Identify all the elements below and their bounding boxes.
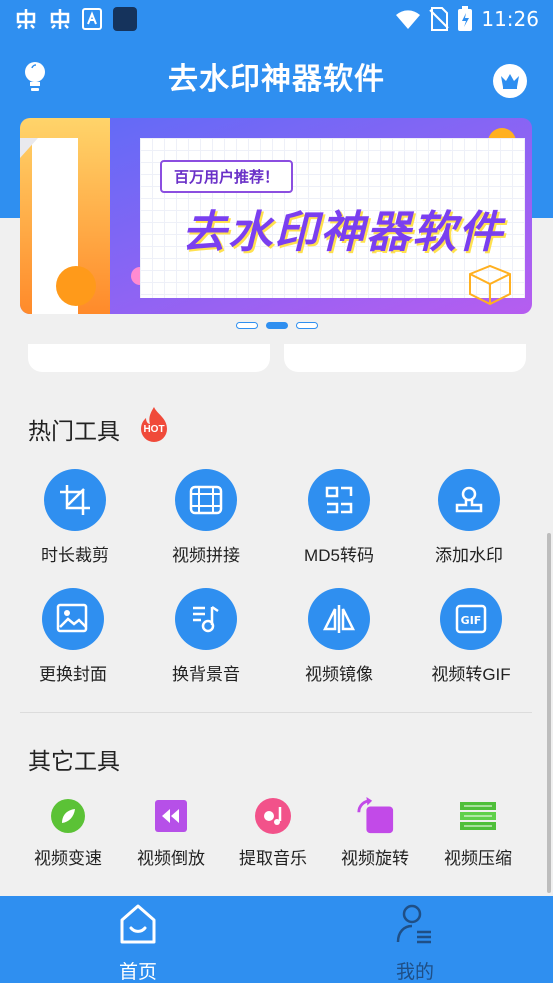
page-title: 去水印神器软件 bbox=[168, 63, 385, 96]
vip-button[interactable] bbox=[493, 64, 527, 98]
divider bbox=[20, 712, 532, 713]
nav-label: 首页 bbox=[118, 962, 157, 983]
tool-label: 换背景音 bbox=[172, 665, 240, 684]
tool-label: 视频压缩 bbox=[444, 849, 512, 868]
banner-tag: 百万用户推荐！ bbox=[160, 160, 294, 193]
tool-video-compress[interactable]: 视频压缩 bbox=[426, 796, 530, 869]
tool-label: 时长裁剪 bbox=[41, 546, 109, 565]
tool-label: 视频转GIF bbox=[431, 665, 511, 684]
tool-label: 视频镜像 bbox=[305, 665, 373, 684]
profile-icon bbox=[396, 904, 431, 944]
crown-icon bbox=[501, 74, 519, 89]
hot-badge-label: HOT bbox=[143, 424, 165, 435]
tool-extract-music[interactable]: 提取音乐 bbox=[221, 796, 325, 869]
mirror-icon bbox=[308, 588, 370, 650]
tool-label: 视频拼接 bbox=[172, 546, 240, 565]
tool-label: 提取音乐 bbox=[239, 849, 307, 868]
no-sim-icon bbox=[429, 7, 450, 31]
compress-icon bbox=[458, 796, 498, 836]
status-time: 11:26 bbox=[481, 7, 539, 31]
status-left bbox=[14, 6, 138, 32]
svg-text:GIF: GIF bbox=[461, 614, 482, 627]
rewind-icon bbox=[151, 796, 191, 836]
nav-label: 我的 bbox=[395, 962, 434, 983]
music-disc-icon bbox=[253, 796, 293, 836]
crop-icon bbox=[44, 469, 106, 531]
notification-icon bbox=[16, 9, 36, 29]
tool-video-mirror[interactable]: 视频镜像 bbox=[274, 588, 404, 685]
image-icon bbox=[42, 588, 104, 650]
stamp-icon bbox=[438, 469, 500, 531]
app-icon bbox=[113, 7, 137, 31]
film-icon bbox=[175, 469, 237, 531]
tool-label: 更换封面 bbox=[39, 665, 107, 684]
status-bar: 11:26 bbox=[0, 0, 553, 40]
tool-add-watermark[interactable]: 添加水印 bbox=[404, 469, 534, 566]
tool-label: 视频倒放 bbox=[137, 849, 205, 868]
hot-badge: HOT bbox=[138, 406, 170, 444]
notification-icon bbox=[50, 9, 70, 29]
bottom-nav: 首页 我的 bbox=[0, 896, 553, 983]
tool-video-to-gif[interactable]: GIF 视频转GIF bbox=[406, 588, 536, 685]
tool-video-speed[interactable]: 视频变速 bbox=[16, 796, 120, 869]
tool-video-reverse[interactable]: 视频倒放 bbox=[119, 796, 223, 869]
tool-md5[interactable]: MD5转码 bbox=[274, 469, 404, 566]
tool-label: 视频变速 bbox=[34, 849, 102, 868]
gif-icon: GIF bbox=[440, 588, 502, 650]
banner-pager bbox=[0, 322, 553, 329]
hot-tools-title: 热门工具 bbox=[28, 418, 120, 444]
wifi-icon bbox=[396, 10, 421, 29]
scrollbar[interactable] bbox=[547, 533, 551, 893]
nav-item-home[interactable]: 首页 bbox=[68, 896, 208, 983]
tool-change-bgm[interactable]: 换背景音 bbox=[141, 588, 271, 685]
tool-label: MD5转码 bbox=[304, 546, 374, 565]
banner-headline: 去水印神器软件 bbox=[182, 208, 504, 257]
music-note-icon bbox=[175, 588, 237, 650]
speed-icon bbox=[48, 796, 88, 836]
tool-change-cover[interactable]: 更换封面 bbox=[8, 588, 138, 685]
tool-duration-crop[interactable]: 时长裁剪 bbox=[10, 469, 140, 566]
pager-dot[interactable] bbox=[295, 322, 318, 329]
pager-dot[interactable] bbox=[235, 322, 258, 329]
feature-card-left[interactable] bbox=[28, 344, 270, 372]
font-icon bbox=[82, 8, 102, 30]
tool-label: 添加水印 bbox=[435, 546, 503, 565]
tool-label: 视频旋转 bbox=[341, 849, 409, 868]
other-tools-title: 其它工具 bbox=[28, 748, 120, 774]
tool-video-join[interactable]: 视频拼接 bbox=[141, 469, 271, 566]
home-icon bbox=[120, 904, 156, 944]
pager-dot-active[interactable] bbox=[265, 322, 288, 329]
feature-card-right[interactable] bbox=[284, 344, 526, 372]
status-right: 11:26 bbox=[395, 6, 539, 32]
cube-icon bbox=[469, 264, 511, 306]
nav-item-profile[interactable]: 我的 bbox=[345, 896, 485, 983]
battery-icon bbox=[458, 6, 473, 31]
tool-video-rotate[interactable]: 视频旋转 bbox=[323, 796, 427, 869]
md5-icon bbox=[308, 469, 370, 531]
rotate-icon bbox=[355, 796, 395, 836]
